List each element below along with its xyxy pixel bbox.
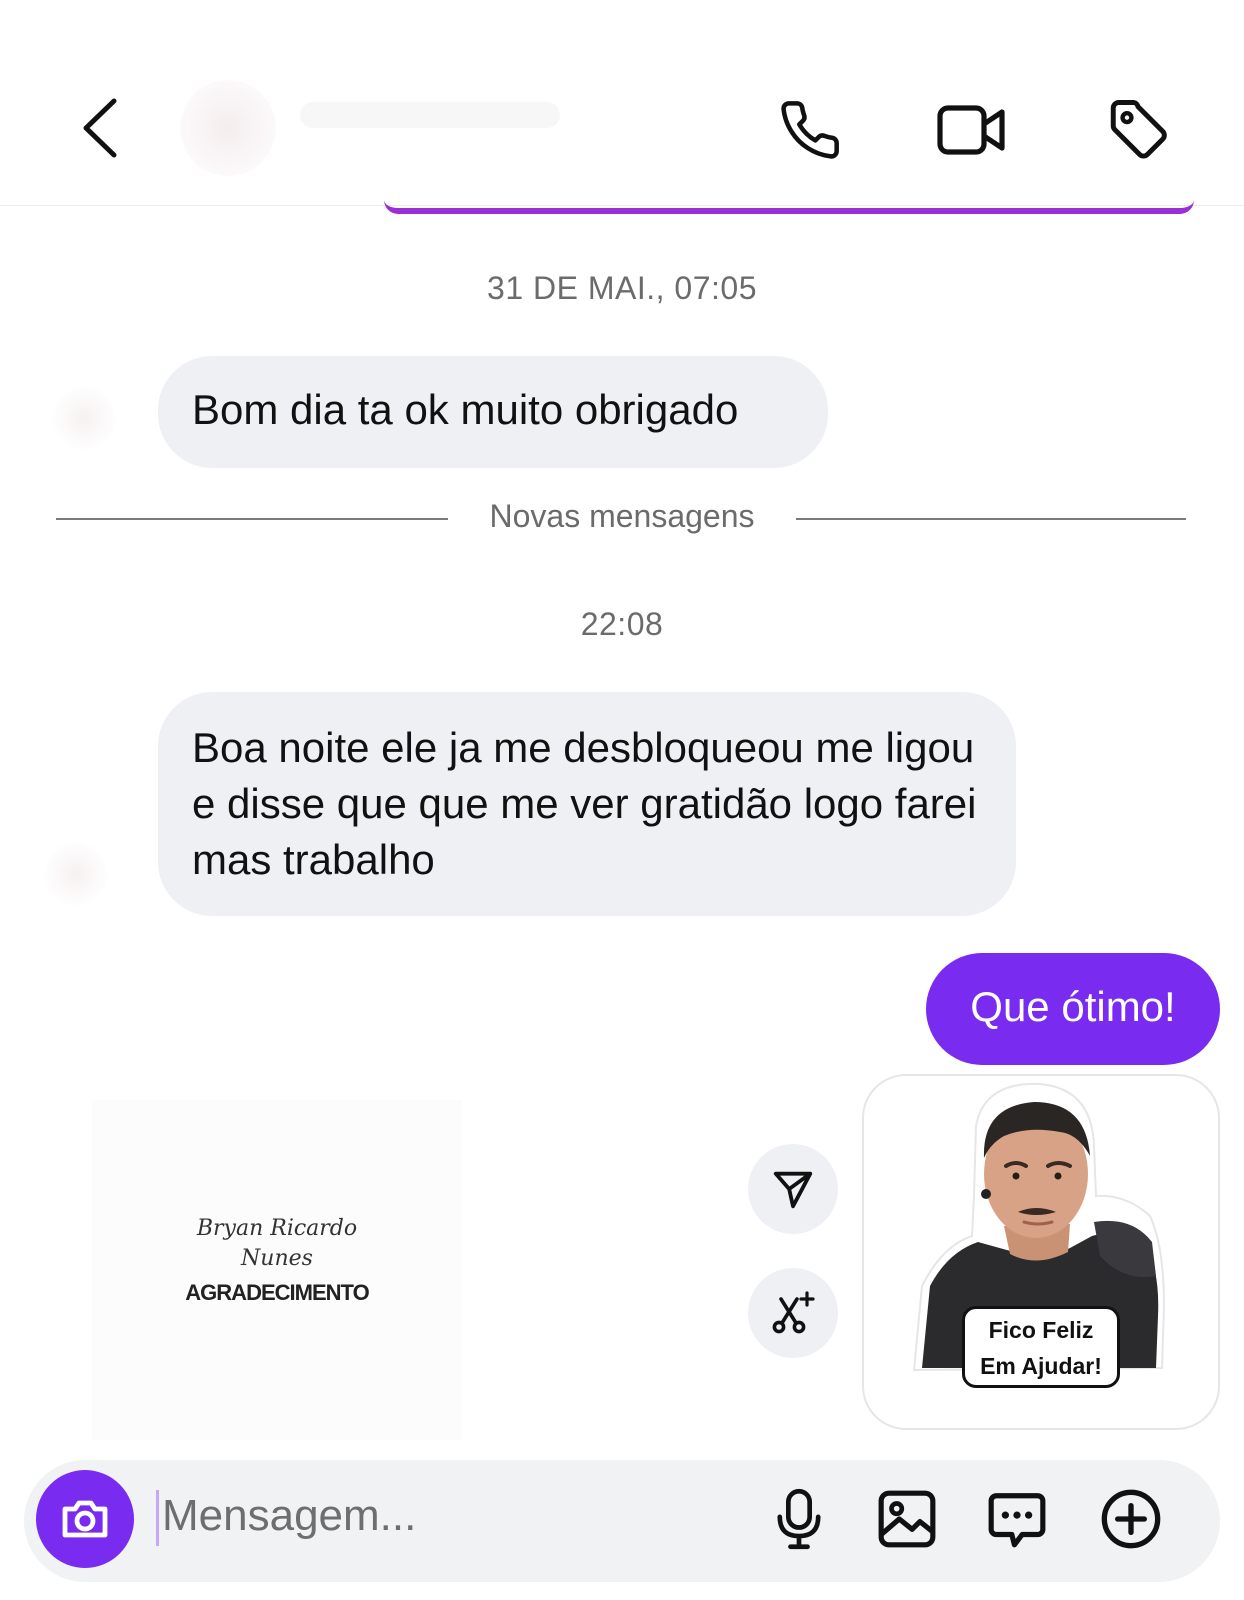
tag-icon [1110, 100, 1167, 159]
voice-call-button[interactable] [770, 90, 850, 170]
caption-line: Fico Feliz [988, 1317, 1094, 1343]
dm-conversation-screen: 31 DE MAI., 07:05 Bom dia ta ok muito ob… [0, 0, 1244, 1600]
image-icon [878, 1490, 936, 1548]
sticker-message[interactable]: Fico Feliz Em Ajudar! [862, 1074, 1220, 1430]
card-signature: Bryan Ricardo Nunes [92, 1214, 462, 1274]
back-button[interactable] [64, 88, 136, 168]
microphone-icon [777, 1488, 821, 1550]
card-title: AGRADECIMENTO [185, 1280, 369, 1305]
plus-circle-icon [1101, 1489, 1161, 1549]
chevron-left-icon [83, 98, 117, 158]
remix-icon [772, 1291, 815, 1334]
phone-icon [781, 101, 839, 159]
previous-message-edge [384, 200, 1194, 214]
signature-line: Nunes [241, 1246, 313, 1271]
contact-avatar[interactable] [180, 80, 276, 176]
sticker-icon [988, 1493, 1046, 1548]
outgoing-message[interactable]: Que ótimo! [926, 953, 1220, 1065]
contact-name[interactable] [300, 102, 560, 128]
video-call-button[interactable] [930, 90, 1014, 170]
video-camera-icon [937, 105, 1005, 155]
voice-message-button[interactable] [764, 1484, 834, 1554]
message-input[interactable] [160, 1484, 720, 1548]
text-cursor [156, 1490, 159, 1546]
timestamp: 31 DE MAI., 07:05 [487, 270, 757, 306]
gallery-button[interactable] [872, 1484, 942, 1554]
more-options-button[interactable] [1096, 1484, 1166, 1554]
sticker-caption: Fico Feliz Em Ajudar! [962, 1306, 1120, 1388]
share-button[interactable] [748, 1144, 838, 1234]
divider-line [56, 518, 448, 520]
new-messages-divider: Novas mensagens [56, 498, 1186, 542]
timestamp: 22:08 [580, 606, 664, 642]
camera-icon [62, 1500, 108, 1538]
sticker-button[interactable] [982, 1484, 1052, 1554]
camera-button[interactable] [36, 1470, 134, 1568]
tag-button[interactable] [1098, 90, 1178, 170]
send-icon [773, 1171, 813, 1209]
divider-line [796, 518, 1186, 520]
sender-avatar[interactable] [52, 386, 116, 450]
incoming-message[interactable]: Boa noite ele ja me desbloqueou me ligou… [158, 692, 1016, 916]
remix-button[interactable] [748, 1268, 838, 1358]
divider-label: Novas mensagens [489, 498, 755, 534]
sender-avatar[interactable] [44, 842, 108, 906]
signature-line: Bryan Ricardo [196, 1216, 358, 1241]
caption-line: Em Ajudar! [980, 1353, 1102, 1379]
incoming-message[interactable]: Bom dia ta ok muito obrigado [158, 356, 828, 468]
chat-header [0, 0, 1244, 206]
